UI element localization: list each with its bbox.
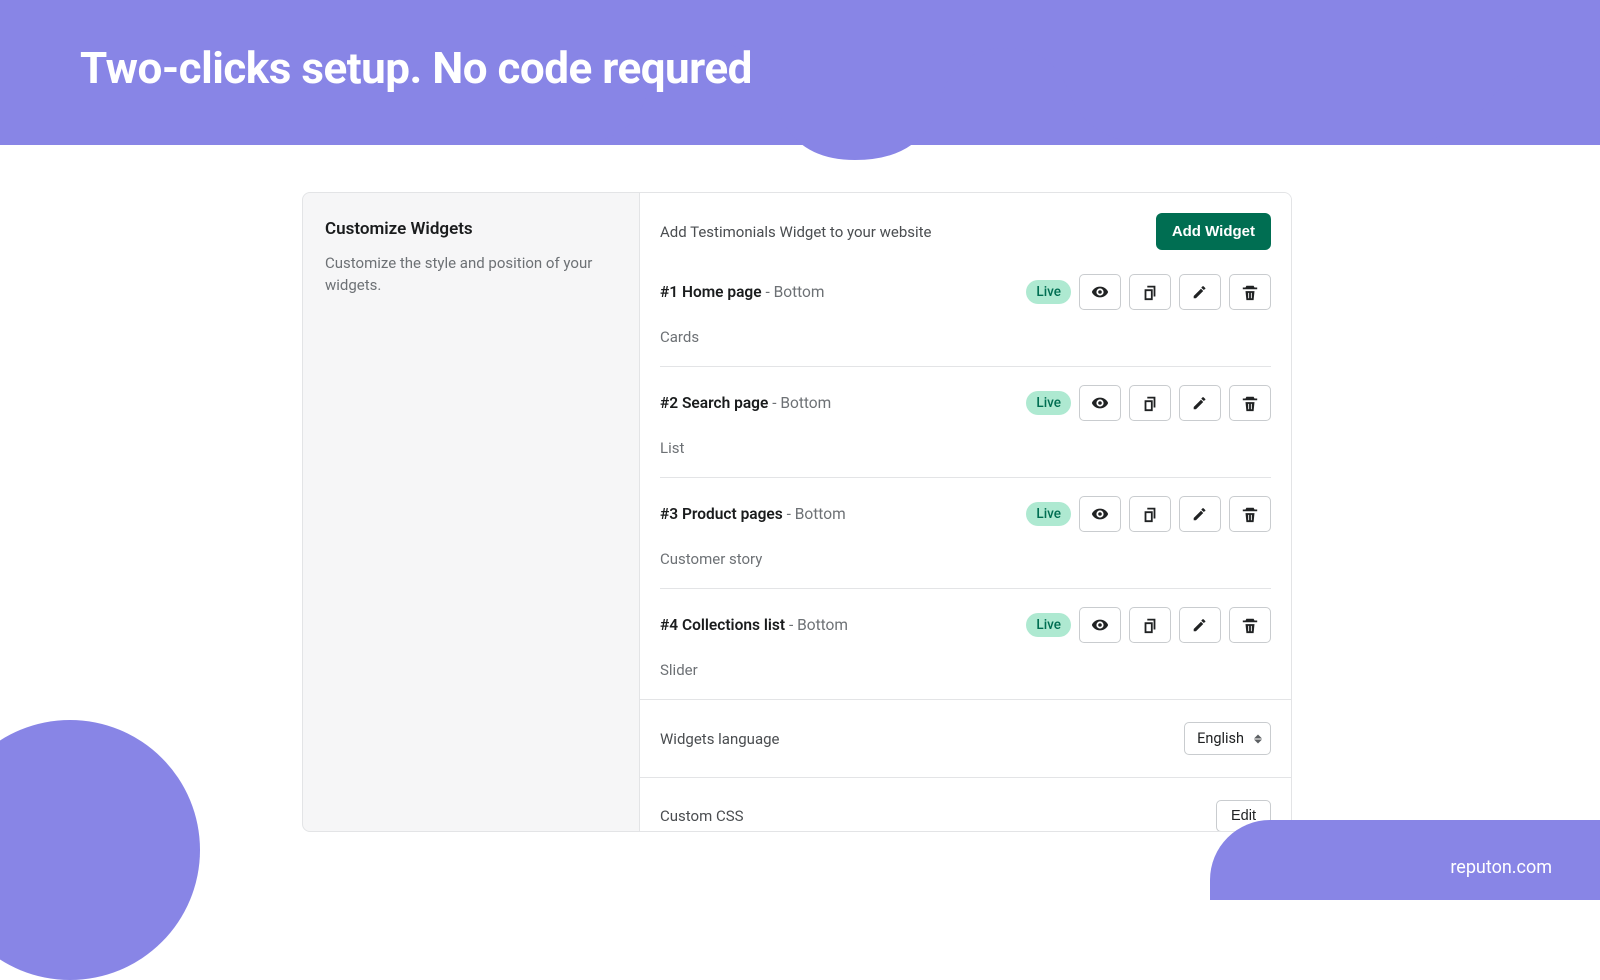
edit-button[interactable] xyxy=(1179,274,1221,310)
preview-button[interactable] xyxy=(1079,496,1121,532)
widget-row: #2 Search page - Bottom Live List xyxy=(660,366,1271,477)
trash-icon xyxy=(1241,505,1259,523)
brand-mark: reputon.com xyxy=(1450,857,1552,878)
eye-icon xyxy=(1091,283,1109,301)
widget-actions: Live xyxy=(1026,496,1271,532)
eye-icon xyxy=(1091,394,1109,412)
language-section: Widgets language English xyxy=(640,699,1291,777)
widget-type: Cards xyxy=(660,328,1271,346)
edit-button[interactable] xyxy=(1179,607,1221,643)
duplicate-button[interactable] xyxy=(1129,385,1171,421)
eye-icon xyxy=(1091,616,1109,634)
duplicate-button[interactable] xyxy=(1129,607,1171,643)
delete-button[interactable] xyxy=(1229,607,1271,643)
add-widget-button[interactable]: Add Widget xyxy=(1156,213,1271,250)
widget-type: Customer story xyxy=(660,550,1271,568)
copy-icon xyxy=(1141,616,1159,634)
language-value: English xyxy=(1197,730,1244,747)
widget-actions: Live xyxy=(1026,607,1271,643)
live-badge: Live xyxy=(1026,280,1071,304)
live-badge: Live xyxy=(1026,502,1071,526)
widget-title: #1 Home page - Bottom xyxy=(660,283,825,301)
pencil-icon xyxy=(1191,283,1209,301)
sidebar-title: Customize Widgets xyxy=(325,219,617,239)
pencil-icon xyxy=(1191,394,1209,412)
preview-button[interactable] xyxy=(1079,385,1121,421)
trash-icon xyxy=(1241,394,1259,412)
edit-button[interactable] xyxy=(1179,496,1221,532)
language-label: Widgets language xyxy=(660,730,779,748)
css-label: Custom CSS xyxy=(660,807,744,825)
duplicate-button[interactable] xyxy=(1129,496,1171,532)
delete-button[interactable] xyxy=(1229,274,1271,310)
widget-title: #4 Collections list - Bottom xyxy=(660,616,848,634)
pencil-icon xyxy=(1191,616,1209,634)
copy-icon xyxy=(1141,283,1159,301)
widget-title: #2 Search page - Bottom xyxy=(660,394,831,412)
widget-type: Slider xyxy=(660,661,1271,679)
widget-row: #3 Product pages - Bottom Live Customer … xyxy=(660,477,1271,588)
widget-title: #3 Product pages - Bottom xyxy=(660,505,846,523)
preview-button[interactable] xyxy=(1079,274,1121,310)
app-frame: Customize Widgets Customize the style an… xyxy=(302,192,1292,832)
main-panel: Add Testimonials Widget to your website … xyxy=(639,193,1291,831)
trash-icon xyxy=(1241,283,1259,301)
widget-row: #4 Collections list - Bottom Live Slider xyxy=(660,588,1271,699)
sidebar: Customize Widgets Customize the style an… xyxy=(303,193,639,831)
language-select[interactable]: English xyxy=(1184,722,1271,755)
widget-actions: Live xyxy=(1026,385,1271,421)
corner-blob-left xyxy=(0,720,200,980)
duplicate-button[interactable] xyxy=(1129,274,1171,310)
delete-button[interactable] xyxy=(1229,385,1271,421)
copy-icon xyxy=(1141,394,1159,412)
delete-button[interactable] xyxy=(1229,496,1271,532)
sort-icon xyxy=(1254,734,1262,743)
panel-header: Add Testimonials Widget to your website … xyxy=(640,193,1291,274)
edit-button[interactable] xyxy=(1179,385,1221,421)
sidebar-desc: Customize the style and position of your… xyxy=(325,253,617,297)
hero-title: Two-clicks setup. No code requred xyxy=(80,42,752,94)
live-badge: Live xyxy=(1026,391,1071,415)
pencil-icon xyxy=(1191,505,1209,523)
css-section: Custom CSS Edit xyxy=(640,777,1291,832)
copy-icon xyxy=(1141,505,1159,523)
panel-lead: Add Testimonials Widget to your website xyxy=(660,223,932,241)
widget-type: List xyxy=(660,439,1271,457)
widget-actions: Live xyxy=(1026,274,1271,310)
widget-list: #1 Home page - Bottom Live Cards #2 Sear… xyxy=(640,274,1291,699)
widget-row: #1 Home page - Bottom Live Cards xyxy=(660,274,1271,366)
preview-button[interactable] xyxy=(1079,607,1121,643)
trash-icon xyxy=(1241,616,1259,634)
live-badge: Live xyxy=(1026,613,1071,637)
eye-icon xyxy=(1091,505,1109,523)
